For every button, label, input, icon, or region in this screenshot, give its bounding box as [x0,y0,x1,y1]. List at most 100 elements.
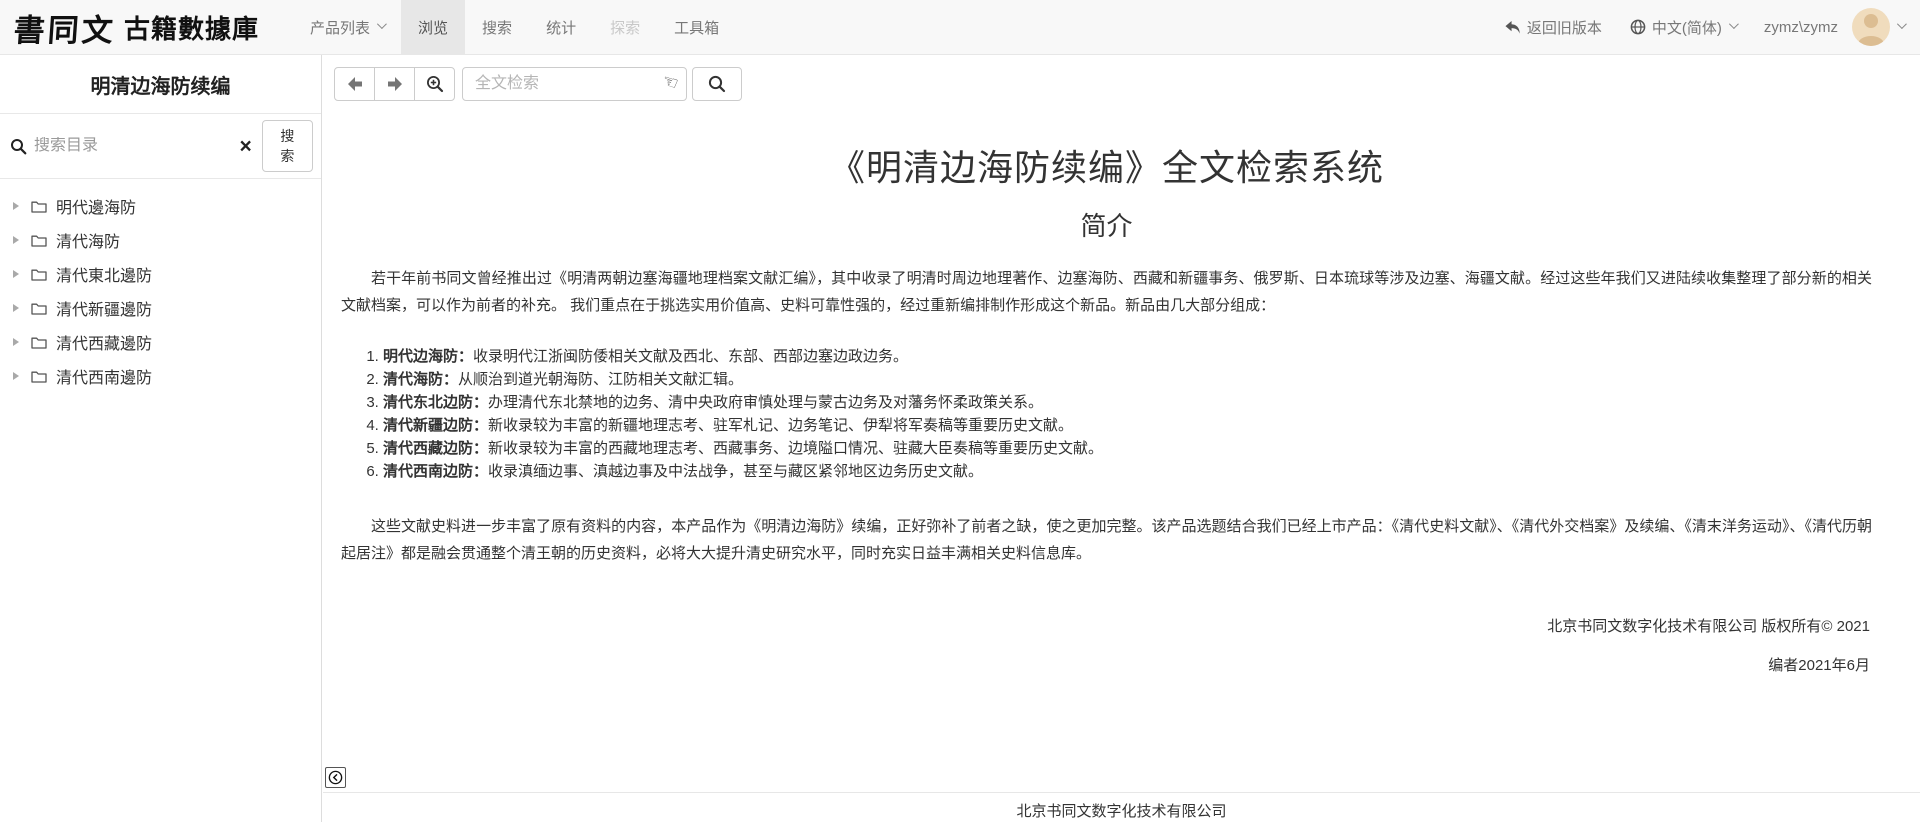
tree-node-qing-tibet-border[interactable]: 清代西藏邊防 [0,325,321,359]
sidebar: 明清边海防续编 × 搜索 明代邊海防 清代海防 [0,55,322,822]
page-subtitle: 简介 [341,206,1872,243]
list-item: 清代西南边防：收录滇缅边事、滇越边事及中法战争，甚至与藏区紧邻地区边务历史文献。 [383,460,1872,483]
list-item: 清代海防：从顺治到道光朝海防、江防相关文献汇辑。 [383,368,1872,391]
main-panel: ☜ 《明清边海防续编》全文检索系统 简介 若干年前书同文曾经推出过《明清两朝边塞… [323,55,1920,822]
folder-icon [31,370,47,383]
fulltext-search-button[interactable] [692,67,742,101]
section-label: 明代边海防： [383,348,473,365]
tree-node-qing-sea-defense[interactable]: 清代海防 [0,223,321,257]
username-label: zymz\zymz [1764,19,1838,36]
document-body: 《明清边海防续编》全文检索系统 简介 若干年前书同文曾经推出过《明清两朝边塞海疆… [323,139,1920,679]
section-label: 清代新疆边防： [383,417,488,434]
return-old-version-link[interactable]: 返回旧版本 [1504,17,1602,38]
history-button-group [334,67,455,101]
forward-button[interactable] [374,67,415,101]
caret-right-icon[interactable] [13,304,19,312]
menu-item-statistics[interactable]: 统计 [529,0,593,54]
menu-item-explore: 探索 [593,0,657,54]
section-label: 清代西南边防： [383,463,488,480]
menu-item-product-list[interactable]: 产品列表 [293,0,401,54]
section-label: 清代西藏边防： [383,440,488,457]
avatar[interactable] [1852,8,1890,46]
sidebar-collapse-button[interactable] [325,767,346,788]
language-switcher[interactable]: 中文(简体) [1630,17,1736,38]
section-list: 明代边海防：收录明代江浙闽防倭相关文献及西北、东部、西部边塞边政边务。 清代海防… [383,345,1872,483]
folder-icon [31,336,47,349]
fulltext-search-field: ☜ [462,67,687,101]
menu-item-toolbox[interactable]: 工具箱 [657,0,736,54]
search-icon [708,75,726,93]
tree-node-label: 清代東北邊防 [56,262,152,286]
footer: 北京书同文数字化技术有限公司 [323,792,1920,822]
tree-node-ming-border-sea-defense[interactable]: 明代邊海防 [0,189,321,223]
globe-icon [1630,19,1646,35]
tree-node-label: 明代邊海防 [56,194,136,218]
section-text: 收录明代江浙闽防倭相关文献及西北、东部、西部边塞边政边务。 [473,348,908,365]
footer-company-name: 北京书同文数字化技术有限公司 [1016,803,1226,820]
menu-item-browse[interactable]: 浏览 [401,0,465,54]
logo-calligraphy-text: 書同文 [12,5,117,50]
section-text: 新收录较为丰富的新疆地理志考、驻军札记、边务笔记、伊犁将军奏稿等重要历史文献。 [488,417,1073,434]
clear-icon[interactable]: × [239,136,251,157]
zoom-button[interactable] [414,67,455,101]
content-toolbar: ☜ [323,55,1920,101]
editor-note: 编者2021年6月 [341,652,1870,679]
logo-suffix-text: 古籍數據庫 [124,9,259,46]
main-menu: 产品列表 浏览 搜索 统计 探索 工具箱 [293,0,736,54]
list-item: 明代边海防：收录明代江浙闽防倭相关文献及西北、东部、西部边塞边政边务。 [383,345,1872,368]
section-text: 新收录较为丰富的西藏地理志考、西藏事务、边境隘口情况、驻藏大臣奏稿等重要历史文献… [488,440,1103,457]
section-label: 清代海防： [383,371,458,388]
list-item: 清代新疆边防：新收录较为丰富的新疆地理志考、驻军札记、边务笔记、伊犁将军奏稿等重… [383,414,1872,437]
menu-item-search[interactable]: 搜索 [465,0,529,54]
list-item: 清代东北边防：办理清代东北禁地的边务、清中央政府审慎处理与蒙古边务及对藩务怀柔政… [383,391,1872,414]
back-button[interactable] [334,67,375,101]
intro-paragraph: 若干年前书同文曾经推出过《明清两朝边塞海疆地理档案文献汇编》，其中收录了明清时周… [341,265,1872,319]
section-text: 收录滇缅边事、滇越边事及中法战争，甚至与藏区紧邻地区边务历史文献。 [488,463,983,480]
toc-search-bar: × 搜索 [0,114,321,179]
tree-node-label: 清代新疆邊防 [56,296,152,320]
caret-right-icon[interactable] [13,270,19,278]
tree-node-label: 清代西藏邊防 [56,330,152,354]
section-text: 从顺治到道光朝海防、江防相关文献汇辑。 [458,371,743,388]
toc-search-input[interactable] [34,137,235,155]
return-old-version-label: 返回旧版本 [1527,17,1602,38]
chevron-down-icon [377,19,387,29]
tree-node-qing-xinjiang-border[interactable]: 清代新疆邊防 [0,291,321,325]
folder-icon [31,234,47,247]
toc-tree: 明代邊海防 清代海防 清代東北邊防 清代新疆邊防 [0,179,321,393]
forward-arrow-icon [386,76,404,92]
closing-paragraph: 这些文献史料进一步丰富了原有资料的内容，本产品作为《明清边海防》续编，正好弥补了… [341,513,1872,567]
caret-right-icon[interactable] [13,372,19,380]
user-menu[interactable]: zymz\zymz [1764,8,1904,46]
list-item: 清代西藏边防：新收录较为丰富的西藏地理志考、西藏事务、边境隘口情况、驻藏大臣奏稿… [383,437,1872,460]
return-arrow-icon [1504,20,1521,35]
menu-item-label: 产品列表 [310,17,370,38]
section-text: 办理清代东北禁地的边务、清中央政府审慎处理与蒙古边务及对藩务怀柔政策关系。 [488,394,1043,411]
app-logo[interactable]: 書同文 古籍數據庫 [0,0,279,54]
avatar-body-shape [1858,36,1884,46]
tree-node-label: 清代海防 [56,228,120,252]
fulltext-search-input[interactable] [462,67,687,101]
folder-icon [31,200,47,213]
language-label: 中文(简体) [1652,17,1722,38]
copyright-line: 北京书同文数字化技术有限公司 版权所有© 2021 [341,613,1870,640]
collapse-circle-arrow-icon [327,769,344,786]
caret-right-icon[interactable] [13,202,19,210]
folder-icon [31,302,47,315]
chevron-down-icon [1729,19,1739,29]
tree-node-qing-southwest-border[interactable]: 清代西南邊防 [0,359,321,393]
chevron-down-icon [1897,19,1907,29]
tree-node-qing-northeast-border[interactable]: 清代東北邊防 [0,257,321,291]
menu-item-label: 浏览 [418,17,448,38]
menu-item-label: 统计 [546,17,576,38]
tree-node-label: 清代西南邊防 [56,364,152,388]
top-navbar: 書同文 古籍數據庫 产品列表 浏览 搜索 统计 探索 工具箱 [0,0,1920,55]
caret-right-icon[interactable] [13,338,19,346]
back-arrow-icon [346,76,364,92]
menu-item-label: 搜索 [482,17,512,38]
caret-right-icon[interactable] [13,236,19,244]
toc-search-button[interactable]: 搜索 [262,120,313,172]
zoom-in-icon [426,75,444,93]
menu-item-label: 探索 [610,17,640,38]
menu-item-label: 工具箱 [674,17,719,38]
